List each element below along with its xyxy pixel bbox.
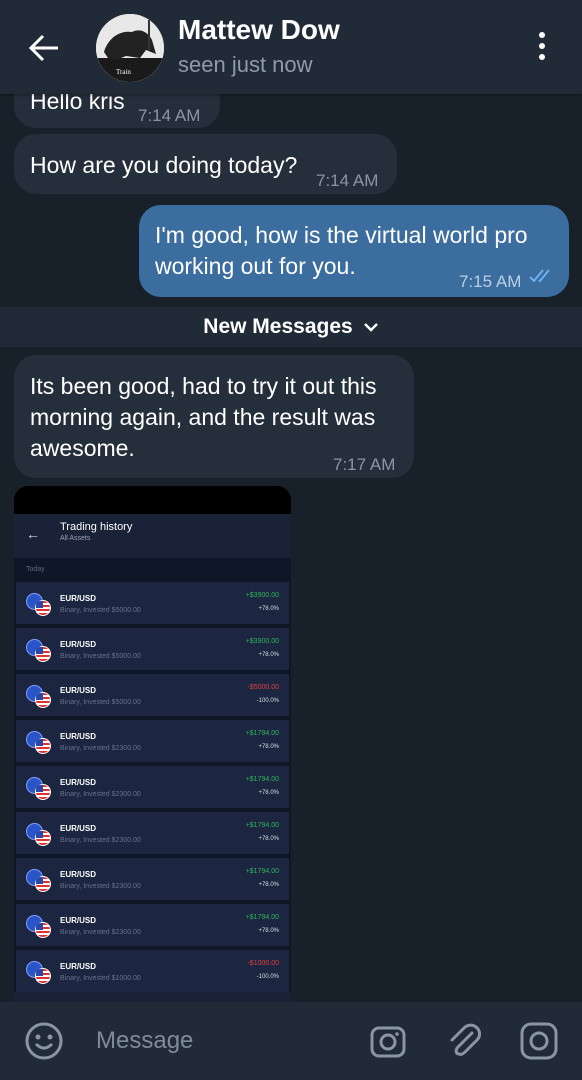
section-label: Today [14, 558, 291, 582]
eur-usd-flag-icon [26, 823, 52, 847]
message-text: Its been good, had to try it out this mo… [30, 373, 377, 461]
trade-detail: Binary, Invested $2300.00 [60, 837, 141, 844]
trade-percent: +78.0% [258, 882, 279, 888]
eur-usd-flag-icon [26, 639, 52, 663]
trade-amount: +$3900.00 [245, 592, 279, 599]
trade-pair: EUR/USD [60, 870, 97, 879]
trade-row: EUR/USD Binary, Invested $5000.00 +$3900.0… [16, 628, 289, 670]
trade-amount: +$1794.00 [245, 776, 279, 783]
avatar-image: Train [96, 14, 164, 82]
message-incoming[interactable]: How are you doing today? 7:14 AM [14, 134, 397, 194]
trade-amount: -$5000.00 [247, 684, 279, 691]
trade-row: EUR/USD Binary, Invested $5000.00 +$3900.0… [16, 582, 289, 624]
trade-pair: EUR/USD [60, 640, 97, 649]
new-messages-divider[interactable]: New Messages [0, 307, 582, 347]
message-incoming[interactable]: Its been good, had to try it out this mo… [14, 355, 414, 478]
trade-amount: +$1794.00 [245, 730, 279, 737]
trade-list: EUR/USD Binary, Invested $5000.00 +$3900.0… [14, 582, 291, 992]
message-time: 7:15 AM [459, 272, 522, 291]
message-time: 7:14 AM [138, 106, 201, 125]
arrow-left-icon [28, 34, 58, 62]
trade-row: EUR/USD Binary, Invested $2300.00 +$1794.0… [16, 720, 289, 762]
trade-percent: +78.0% [258, 836, 279, 842]
eur-usd-flag-icon [26, 869, 52, 893]
trade-row: EUR/USD Binary, Invested $1000.00 -$1000.0… [16, 950, 289, 992]
instagram-button[interactable] [519, 1021, 559, 1061]
message-composer [0, 1002, 582, 1080]
trade-pair: EUR/USD [60, 962, 97, 971]
eur-usd-flag-icon [26, 915, 52, 939]
trade-percent: -100.0% [256, 698, 279, 704]
avatar[interactable]: Train [96, 14, 164, 82]
trade-percent: -100.0% [256, 974, 279, 980]
message-text: How are you doing today? [30, 152, 298, 178]
new-messages-label: New Messages [203, 315, 353, 338]
eur-usd-flag-icon [26, 685, 52, 709]
eur-usd-flag-icon [26, 731, 52, 755]
trade-pair: EUR/USD [60, 778, 97, 787]
trade-detail: Binary, Invested $2300.00 [60, 883, 141, 890]
eur-usd-flag-icon [26, 593, 52, 617]
trade-row: EUR/USD Binary, Invested $2300.00 +$1794.0… [16, 904, 289, 946]
trade-detail: Binary, Invested $5000.00 [60, 699, 141, 706]
back-button[interactable] [22, 28, 66, 68]
trade-amount: +$3900.00 [245, 638, 279, 645]
trade-row: EUR/USD Binary, Invested $2300.00 +$1794.0… [16, 812, 289, 854]
trade-detail: Binary, Invested $5000.00 [60, 607, 141, 614]
chat-area[interactable]: Hello kris 7:14 AM How are you doing tod… [0, 0, 582, 1002]
trading-header: ← Trading history All Assets [14, 514, 291, 558]
trade-percent: +78.0% [258, 606, 279, 612]
trade-amount: -$1000.00 [247, 960, 279, 967]
trading-title: Trading history [60, 521, 133, 533]
emoji-button[interactable] [24, 1021, 64, 1061]
double-check-icon [529, 269, 550, 283]
paperclip-icon [450, 1023, 481, 1056]
arrow-left-icon: ← [26, 526, 40, 542]
more-vertical-icon-dot [539, 43, 545, 49]
trade-pair: EUR/USD [60, 594, 97, 603]
trade-detail: Binary, Invested $2300.00 [60, 791, 141, 798]
trade-detail: Binary, Invested $2300.00 [60, 929, 141, 936]
trade-percent: +78.0% [258, 652, 279, 658]
message-time: 7:17 AM [333, 455, 396, 474]
more-vertical-icon-dot [539, 54, 545, 60]
trade-pair: EUR/USD [60, 916, 97, 925]
trade-row: EUR/USD Binary, Invested $2300.00 +$1794.0… [16, 766, 289, 808]
more-vertical-icon [539, 32, 545, 38]
trade-amount: +$1794.00 [245, 822, 279, 829]
instagram-icon [520, 1022, 558, 1060]
more-options-button[interactable] [528, 32, 556, 64]
trade-pair: EUR/USD [60, 686, 97, 695]
message-input[interactable] [96, 1022, 336, 1060]
trade-amount: +$1794.00 [245, 914, 279, 921]
contact-name[interactable]: Mattew Dow [178, 14, 340, 46]
image-message[interactable]: ← Trading history All Assets Today EUR/U… [14, 486, 291, 1002]
camera-icon [370, 1026, 406, 1058]
camera-button[interactable] [368, 1021, 408, 1061]
trade-amount: +$1794.00 [245, 868, 279, 875]
svg-text:Train: Train [116, 68, 131, 76]
trading-subtitle: All Assets [60, 535, 91, 542]
contact-status: seen just now [178, 52, 313, 77]
eur-usd-flag-icon [26, 961, 52, 985]
trade-percent: +78.0% [258, 790, 279, 796]
trade-pair: EUR/USD [60, 732, 97, 741]
trade-percent: +78.0% [258, 744, 279, 750]
trade-row: EUR/USD Binary, Invested $5000.00 -$5000.0… [16, 674, 289, 716]
chevron-down-icon [363, 323, 378, 332]
attach-button[interactable] [444, 1021, 484, 1061]
trade-detail: Binary, Invested $1000.00 [60, 975, 141, 982]
message-outgoing[interactable]: I'm good, how is the virtual world pro w… [139, 205, 569, 297]
chat-header: Train Mattew Dow seen just now [0, 0, 582, 94]
trade-detail: Binary, Invested $5000.00 [60, 653, 141, 660]
phone-status-bar [14, 486, 291, 514]
trade-row: EUR/USD Binary, Invested $2300.00 +$1794.0… [16, 858, 289, 900]
trade-percent: +78.0% [258, 928, 279, 934]
emoji-icon [25, 1022, 63, 1060]
message-time: 7:14 AM [316, 171, 379, 190]
trade-pair: EUR/USD [60, 824, 97, 833]
eur-usd-flag-icon [26, 777, 52, 801]
trade-detail: Binary, Invested $2300.00 [60, 745, 141, 752]
